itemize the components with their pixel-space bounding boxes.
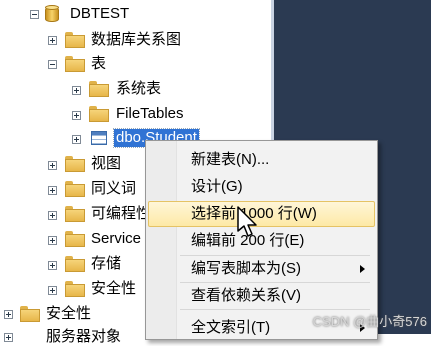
folder-icon (20, 306, 40, 322)
folder-icon (89, 106, 109, 122)
folder-icon (65, 156, 85, 172)
tree-node-dbtest[interactable]: DBTEST (70, 5, 129, 23)
menu-item-new-table[interactable]: 新建表(N)... (148, 147, 375, 173)
expand-icon[interactable] (48, 286, 57, 295)
menu-item-label: 编写表脚本为(S) (191, 260, 301, 277)
menu-item-view-dependencies[interactable]: 查看依赖关系(V) (148, 283, 375, 309)
menu-item-label: 查看依赖关系(V) (191, 287, 301, 304)
expand-icon[interactable] (48, 261, 57, 270)
expand-icon[interactable] (48, 161, 57, 170)
folder-icon (65, 206, 85, 222)
folder-icon (65, 181, 85, 197)
menu-item-select-top-1000[interactable]: 选择前 1000 行(W) (148, 201, 375, 227)
folder-icon (65, 256, 85, 272)
watermark: CSDN @曲小奇576 (312, 314, 427, 329)
tree-node-synonyms[interactable]: 同义词 (91, 180, 136, 198)
expand-icon[interactable] (48, 186, 57, 195)
expand-icon[interactable] (72, 135, 81, 144)
expand-icon[interactable] (4, 310, 13, 319)
folder-icon (65, 231, 85, 247)
expand-icon[interactable] (72, 86, 81, 95)
expand-icon[interactable] (4, 333, 13, 342)
collapse-icon[interactable] (30, 10, 39, 19)
expand-icon[interactable] (48, 236, 57, 245)
tree-node-database-diagrams[interactable]: 数据库关系图 (91, 31, 181, 49)
folder-icon (65, 281, 85, 297)
expand-icon[interactable] (72, 111, 81, 120)
submenu-arrow-icon (360, 265, 365, 273)
menu-item-design[interactable]: 设计(G) (148, 174, 375, 200)
tree-node-db-security[interactable]: 安全性 (91, 280, 136, 298)
tree-node-views[interactable]: 视图 (91, 155, 121, 173)
menu-item-label: 设计(G) (191, 178, 243, 195)
folder-icon (65, 32, 85, 48)
tree-node-programmability[interactable]: 可编程性 (91, 205, 151, 223)
expand-icon[interactable] (48, 211, 57, 220)
folder-icon (65, 56, 85, 72)
tree-node-tables[interactable]: 表 (91, 55, 106, 73)
folder-icon (89, 81, 109, 97)
expand-icon[interactable] (48, 36, 57, 45)
tree-node-server-security[interactable]: 安全性 (46, 305, 91, 323)
menu-item-label: 全文索引(T) (191, 319, 271, 336)
menu-item-label: 新建表(N)... (191, 151, 270, 168)
menu-item-script-table-as[interactable]: 编写表脚本为(S) (148, 256, 375, 282)
tree-node-storage[interactable]: 存储 (91, 255, 121, 273)
tree-node-filetables[interactable]: FileTables (116, 105, 184, 123)
context-menu: 新建表(N)... 设计(G) 选择前 1000 行(W) 编辑前 200 行(… (145, 140, 378, 340)
table-icon (91, 131, 107, 145)
menu-item-edit-top-200[interactable]: 编辑前 200 行(E) (148, 228, 375, 254)
collapse-icon[interactable] (48, 60, 57, 69)
database-icon (45, 5, 59, 23)
tree-node-server-objects[interactable]: 服务器对象 (46, 328, 121, 346)
tree-node-system-tables[interactable]: 系统表 (116, 80, 161, 98)
menu-separator (180, 309, 370, 310)
mouse-pointer-icon (237, 206, 257, 237)
